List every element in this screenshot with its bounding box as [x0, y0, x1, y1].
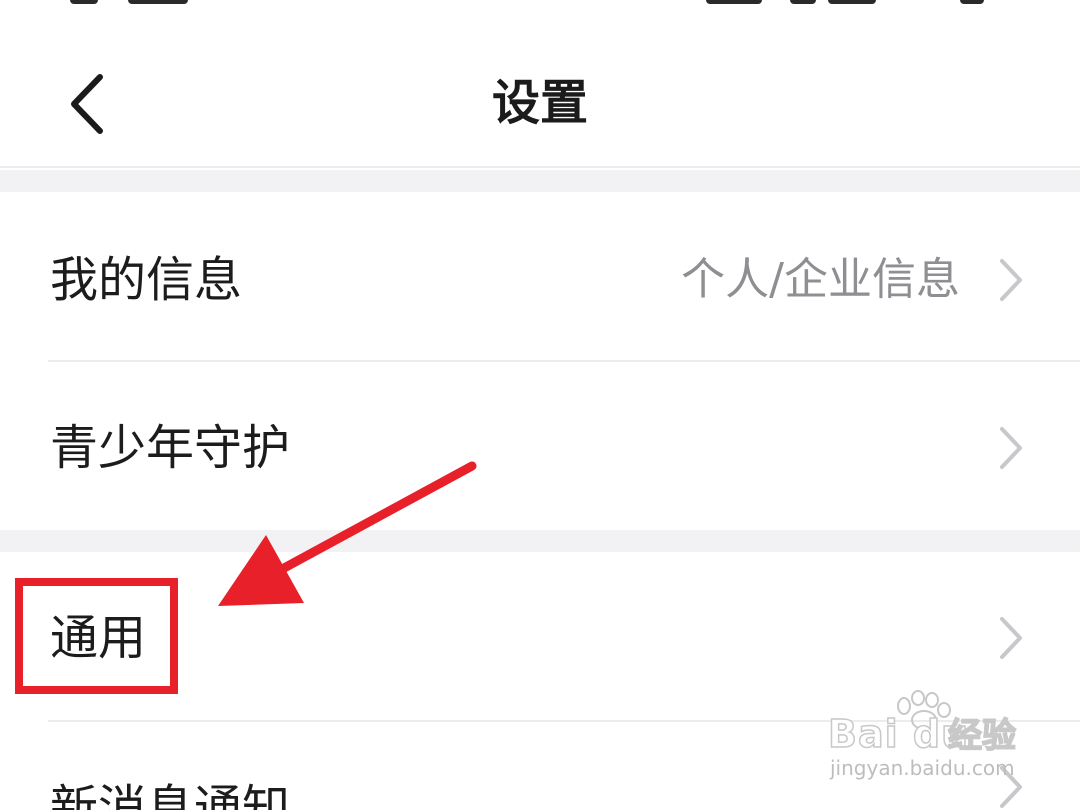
chevron-right-icon [1000, 617, 1022, 659]
my-info-label: 我的信息 [50, 252, 243, 308]
notifications-label: 新消息通知 [50, 780, 291, 810]
carrier-text [128, 0, 188, 4]
battery-icon [828, 0, 876, 4]
my-info-value: 个人/企业信息 [681, 254, 960, 305]
chevron-right-icon [1000, 766, 1022, 808]
wifi-icon [790, 0, 816, 4]
general-label: 通用 [50, 610, 147, 666]
page-title: 设置 [491, 75, 588, 131]
nav-bar: 设置 [0, 14, 1080, 168]
settings-row-teen-guard[interactable]: 青少年守护 [0, 362, 1080, 530]
section-gap [0, 170, 1080, 192]
status-icon [70, 0, 98, 4]
teen-guard-label: 青少年守护 [50, 420, 291, 476]
status-bar [0, 0, 1080, 14]
settings-row-general[interactable]: 通用 [0, 552, 1080, 720]
chevron-right-icon [1000, 259, 1022, 301]
network-icon [706, 0, 762, 4]
settings-row-notifications[interactable]: 新消息通知 [0, 722, 1080, 810]
time-icon [960, 0, 984, 4]
settings-row-my-info[interactable]: 我的信息 个人/企业信息 [0, 192, 1080, 360]
chevron-right-icon [1000, 427, 1022, 469]
section-gap [0, 530, 1080, 552]
